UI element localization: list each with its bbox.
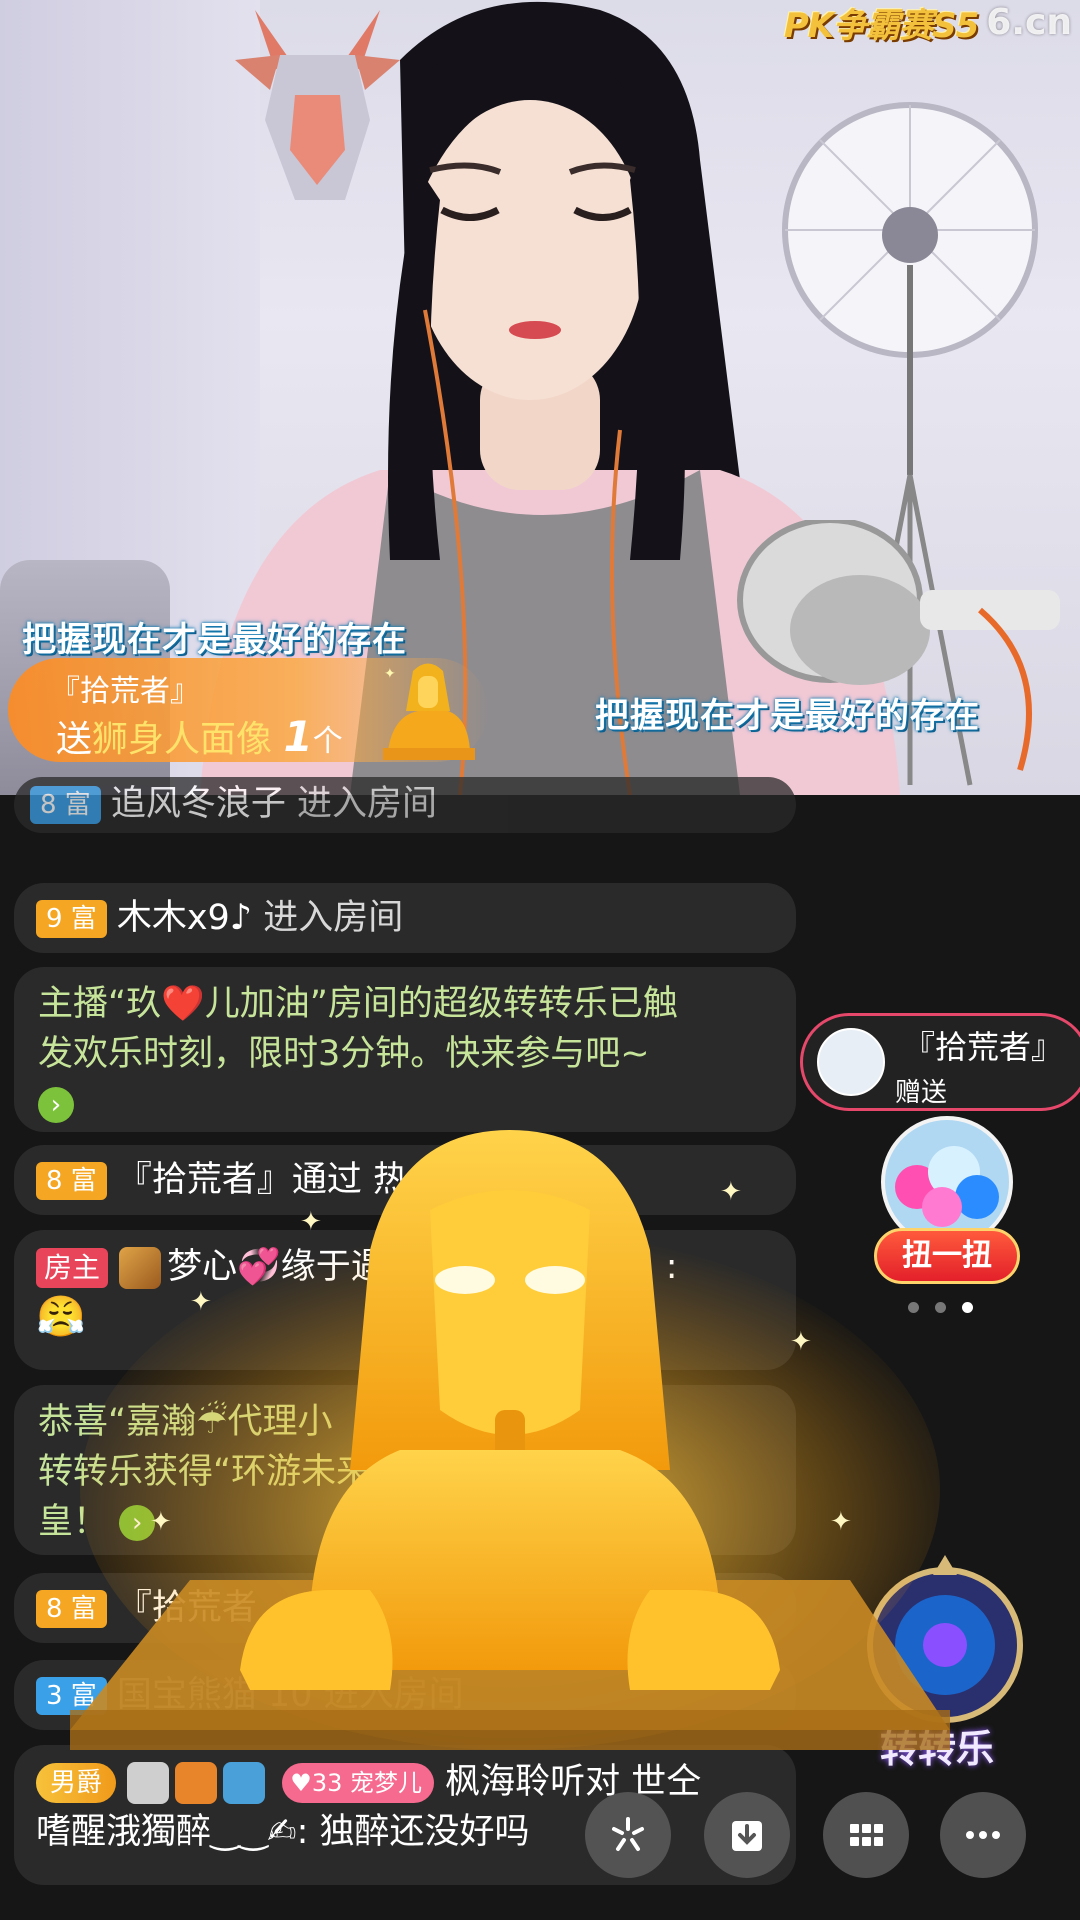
chat-text-tail: 间	[527, 1160, 563, 1200]
live-video[interactable]: PK争霸赛S5 6.cn 把握现在才是最好的存在 把握现在才是最好的存在 『拾荒…	[0, 0, 1080, 795]
effects-button[interactable]	[585, 1792, 671, 1878]
medal-icon	[223, 1762, 266, 1804]
chat-emoji: 😤	[36, 1294, 86, 1340]
chat-message[interactable]: 8 富『拾荒者』通过 热 间	[14, 1145, 796, 1215]
sphinx-gift-icon: ✦	[383, 663, 475, 760]
svg-text:✦: ✦	[384, 666, 396, 682]
grid-icon	[850, 1824, 883, 1846]
chat-username[interactable]: 木木x9♪	[117, 898, 252, 938]
chat-enter-text: 进入房间	[296, 784, 437, 824]
spin-wheel-label[interactable]: 转转乐	[880, 1718, 994, 1773]
chat-username[interactable]: 枫海聆听对 世仝	[445, 1762, 701, 1802]
chat-message[interactable]: 8 富追风冬浪子 进入房间	[14, 777, 796, 833]
gift-unit: 个	[312, 724, 343, 759]
system-message-line: 发欢乐时刻，限时3分钟。快来参与吧~	[38, 1034, 650, 1074]
wealth-level-badge: 8 富	[36, 1162, 107, 1200]
lyric-line-left: 把握现在才是最好的存在	[22, 620, 407, 660]
noble-badge: 男爵	[36, 1763, 117, 1803]
more-icon	[966, 1831, 1000, 1839]
carousel-dot-active[interactable]	[962, 1302, 973, 1313]
gift-name: 狮身人面像	[92, 719, 273, 760]
chat-username[interactable]: 追风冬浪子	[111, 784, 286, 824]
more-button[interactable]	[940, 1792, 1026, 1878]
wealth-level-badge: 8 富	[30, 786, 101, 824]
system-message-line: 转转乐获得“环游未来	[38, 1452, 372, 1492]
star-icon	[612, 1817, 644, 1851]
gift-count: 1	[283, 712, 313, 761]
fan-badge: ♥33 宠梦儿	[282, 1763, 434, 1803]
chat-enter-text: 进入房间	[263, 898, 404, 938]
live-room-screen: PK争霸赛S5 6.cn 把握现在才是最好的存在 把握现在才是最好的存在 『拾荒…	[0, 0, 1080, 1920]
chat-text: 『拾荒者』通过 热	[116, 1160, 408, 1200]
chat-message[interactable]: 8 富『拾荒者	[14, 1573, 796, 1643]
chat-text-tail: 者』:	[595, 1247, 678, 1287]
chat-message[interactable]: 3 富国宝熊猫 10 进入房间	[14, 1660, 796, 1730]
fan-badge-level: 33	[311, 1769, 343, 1797]
system-message[interactable]: 恭喜“嘉瀚☔代理小 超级 转转乐获得“环游未来 皇！ ›	[14, 1385, 796, 1555]
chat-message[interactable]: 男爵 ♥33 宠梦儿 枫海聆听对 世仝 嗜醒涐獨醉‿‿✍: 独醉还没好吗	[14, 1745, 796, 1885]
system-message-line: 主播“玖❤️儿加油”房间的超级转转乐已触	[38, 984, 678, 1024]
twist-button[interactable]: 扭一扭	[874, 1228, 1020, 1284]
avatar[interactable]	[817, 1028, 885, 1096]
system-message[interactable]: 主播“玖❤️儿加油”房间的超级转转乐已触 发欢乐时刻，限时3分钟。快来参与吧~ …	[14, 967, 796, 1132]
chat-panel[interactable]: 8 富追风冬浪子 进入房间 9 富木木x9♪ 进入房间 主播“玖❤️儿加油”房间…	[0, 777, 1080, 1920]
system-message-line: 恭喜“嘉瀚☔代理小	[38, 1402, 333, 1442]
chat-message[interactable]: 房主 梦心💞缘于遇 者』: 😤	[14, 1230, 796, 1370]
microphone	[737, 520, 1060, 771]
watermark: PK争霸赛S5 6.cn	[784, 1, 1072, 46]
chat-text: 国宝熊猫 10 进入房间	[116, 1675, 464, 1715]
download-button[interactable]	[704, 1792, 790, 1878]
go-arrow-icon[interactable]: ›	[38, 1087, 74, 1123]
fan-badge-name: 宠梦儿	[350, 1769, 422, 1797]
host-badge: 房主	[36, 1248, 109, 1288]
carousel-dot[interactable]	[908, 1302, 919, 1313]
medal-icon	[119, 1247, 162, 1289]
site-logo: 6.cn	[986, 1, 1072, 43]
wealth-level-badge: 3 富	[36, 1677, 107, 1715]
wealth-level-badge: 8 富	[36, 1590, 107, 1628]
chat-username[interactable]: 梦心💞缘于遇	[167, 1247, 386, 1287]
gift-sender-name: 『拾荒者』	[50, 674, 200, 709]
system-message-line: 超级	[532, 1402, 603, 1442]
medal-icon	[175, 1762, 218, 1804]
guard-icon	[127, 1762, 170, 1804]
carousel-dot[interactable]	[935, 1302, 946, 1313]
giver-action: 赠送	[895, 1078, 948, 1108]
gift-send-word: 送	[56, 719, 93, 760]
wealth-level-badge: 9 富	[36, 900, 107, 938]
download-icon	[732, 1821, 762, 1851]
lyric-line-right: 把握现在才是最好的存在	[595, 696, 980, 736]
event-logo: PK争霸赛S5	[783, 5, 979, 46]
giver-name: 『拾荒者』	[903, 1028, 1064, 1066]
system-message-line: 皇！	[38, 1502, 109, 1542]
gift-giver-card[interactable]: 『拾荒者』 赠送	[800, 1013, 1080, 1111]
carousel-dots	[908, 1302, 973, 1313]
go-arrow-icon[interactable]: ›	[119, 1505, 156, 1541]
chat-message[interactable]: 9 富木木x9♪ 进入房间	[14, 883, 796, 953]
apps-button[interactable]	[823, 1792, 909, 1878]
gift-message: 送狮身人面像 1个	[56, 710, 343, 762]
chat-text: 『拾荒者	[116, 1588, 257, 1628]
